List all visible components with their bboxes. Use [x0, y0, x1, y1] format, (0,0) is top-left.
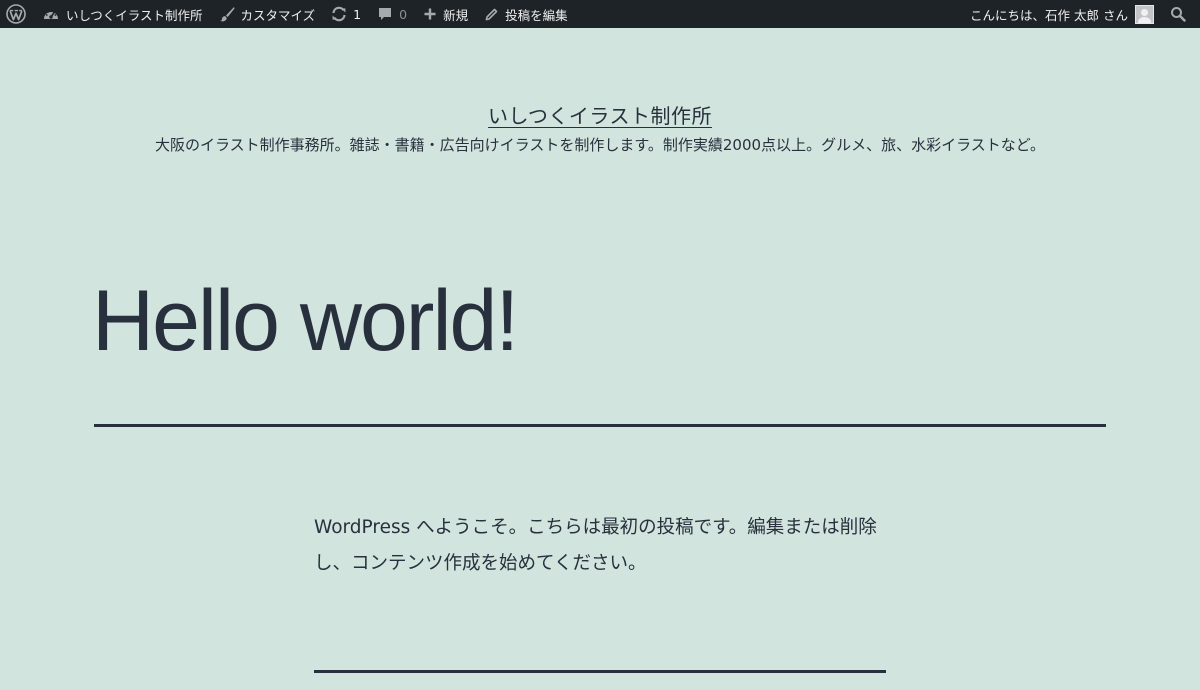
site-name-menu[interactable]: いしつくイラスト制作所 — [34, 0, 211, 28]
site-title-link[interactable]: いしつくイラスト制作所 — [488, 104, 712, 128]
dashboard-icon — [44, 9, 58, 19]
post-content: WordPress へようこそ。こちらは最初の投稿です。編集または削除し、コンテ… — [314, 517, 877, 574]
search-button[interactable] — [1162, 0, 1200, 28]
customize-menu[interactable]: カスタマイズ — [211, 0, 324, 28]
comments-count: 0 — [399, 6, 408, 22]
admin-bar: いしつくイラスト制作所 カスタマイズ 1 0 新規 投稿を編集 こんにちは、石作… — [0, 0, 1200, 28]
comment-icon — [379, 8, 392, 20]
avatar — [1135, 4, 1154, 24]
site-name-label: いしつくイラスト制作所 — [66, 7, 203, 23]
comments-menu[interactable]: 0 — [369, 0, 415, 28]
new-content-menu[interactable]: 新規 — [415, 0, 476, 28]
customize-label: カスタマイズ — [240, 7, 316, 23]
wordpress-logo-icon — [6, 4, 26, 24]
title-separator — [94, 424, 1106, 427]
content-separator — [314, 670, 886, 673]
my-account-menu[interactable]: こんにちは、石作 太郎 さん — [962, 0, 1162, 28]
pencil-icon — [485, 8, 498, 20]
post-title: Hello world! — [92, 273, 519, 369]
updates-icon — [332, 6, 346, 22]
edit-post-menu[interactable]: 投稿を編集 — [476, 0, 576, 28]
admin-bar-right: こんにちは、石作 太郎 さん — [962, 0, 1200, 28]
new-label: 新規 — [443, 7, 469, 23]
wordpress-menu[interactable] — [0, 0, 34, 28]
plus-icon — [424, 8, 436, 20]
paintbrush-icon — [219, 7, 235, 22]
search-icon — [1171, 7, 1186, 22]
updates-count: 1 — [353, 6, 362, 22]
edit-post-label: 投稿を編集 — [505, 7, 568, 23]
site-title: いしつくイラスト制作所 — [0, 100, 1200, 129]
admin-bar-left: いしつくイラスト制作所 カスタマイズ 1 0 新規 投稿を編集 — [0, 0, 576, 28]
greeting-label: こんにちは、石作 太郎 さん — [970, 7, 1128, 23]
updates-menu[interactable]: 1 — [323, 0, 369, 28]
site-description: 大阪のイラスト制作事務所。雑誌・書籍・広告向けイラストを制作します。制作実績20… — [154, 136, 1046, 154]
